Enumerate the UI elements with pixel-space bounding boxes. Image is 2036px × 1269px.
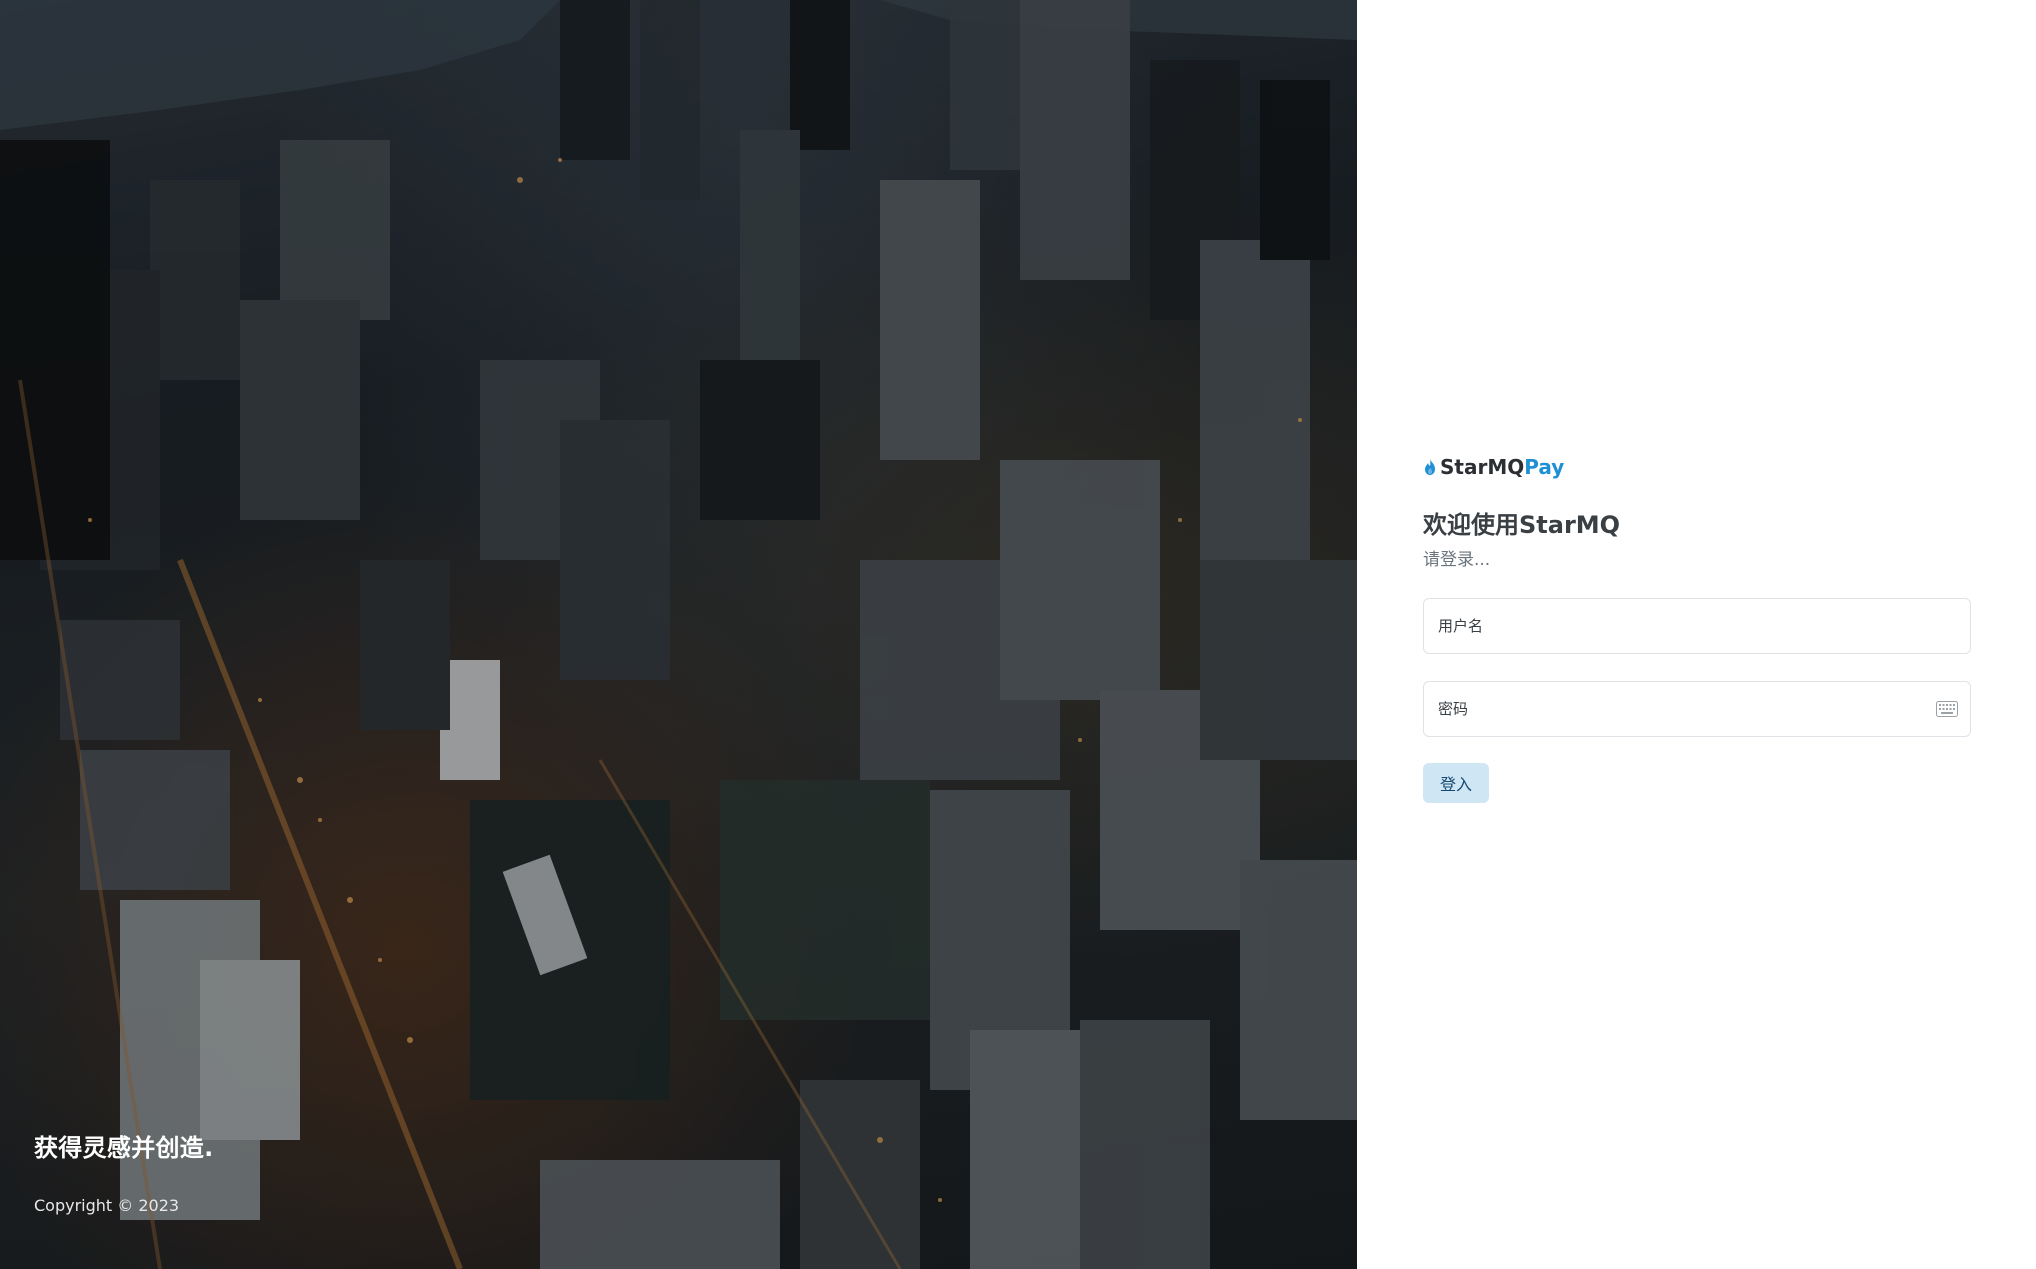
login-panel: StarMQ Pay 欢迎使用StarMQ 请登录... 用户名 登入 xyxy=(1357,0,2036,1269)
login-page: 获得灵感并创造. Copyright © 2023 StarMQ Pay 欢迎使用… xyxy=(0,0,2036,1269)
city-background-image xyxy=(0,0,1357,1269)
brand-logo[interactable]: StarMQ Pay xyxy=(1423,455,1564,479)
copyright-text: Copyright © 2023 xyxy=(34,1196,180,1215)
username-input[interactable] xyxy=(1436,616,1958,636)
password-input[interactable] xyxy=(1436,699,1936,719)
hero-tagline: 获得灵感并创造. xyxy=(34,1134,214,1162)
welcome-title: 欢迎使用StarMQ xyxy=(1423,511,1621,539)
password-field[interactable] xyxy=(1423,681,1971,737)
brand-name-main: StarMQ xyxy=(1440,455,1525,479)
hero-image-panel: 获得灵感并创造. Copyright © 2023 xyxy=(0,0,1357,1269)
flame-icon xyxy=(1425,459,1435,475)
login-subtitle: 请登录... xyxy=(1423,550,1491,570)
brand-name-accent: Pay xyxy=(1524,455,1565,479)
login-button[interactable]: 登入 xyxy=(1423,763,1489,803)
keyboard-icon[interactable] xyxy=(1936,701,1958,717)
username-field[interactable] xyxy=(1423,598,1971,654)
